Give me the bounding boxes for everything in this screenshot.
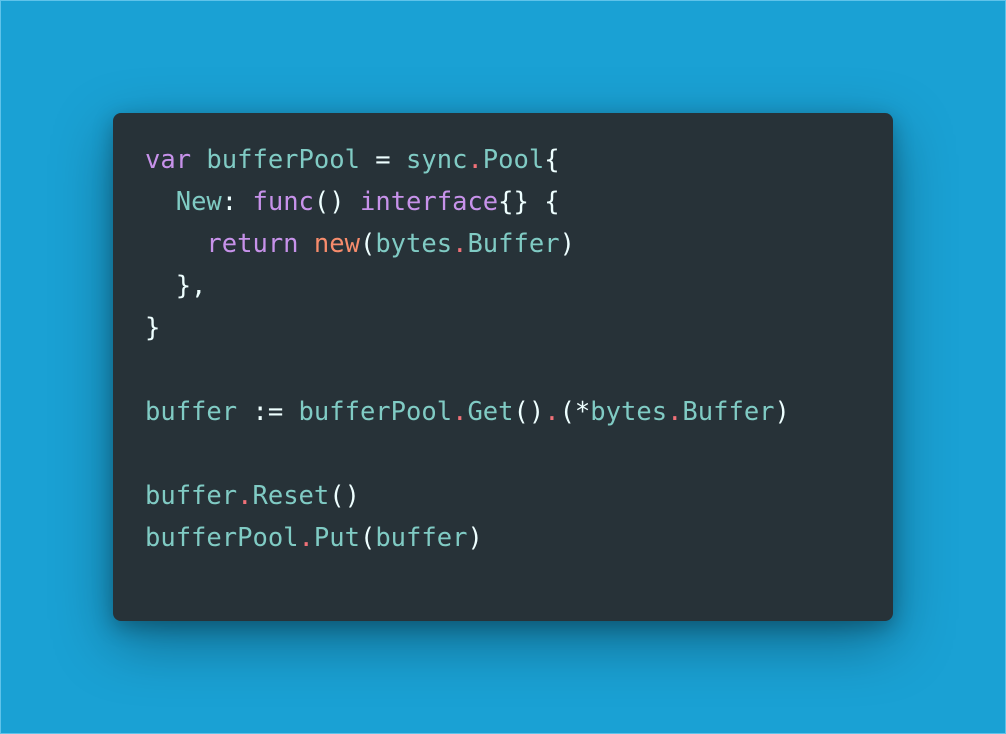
code-token: (* xyxy=(559,397,591,427)
code-line: bufferPool.Put(buffer) xyxy=(145,517,893,559)
code-token: return xyxy=(206,229,299,259)
code-token: ( xyxy=(359,523,376,553)
code-token: . xyxy=(667,397,683,427)
code-token: bytes xyxy=(375,229,453,259)
code-token: ) xyxy=(774,397,790,427)
code-token: () xyxy=(313,187,360,217)
code-token: { xyxy=(544,145,560,175)
code-token: bytes xyxy=(590,397,668,427)
code-token: := xyxy=(237,397,299,427)
code-token: buffer xyxy=(375,523,468,553)
code-token: Get xyxy=(467,397,514,427)
code-token: () xyxy=(513,397,545,427)
code-line: return new(bytes.Buffer) xyxy=(145,223,893,265)
code-token: buffer xyxy=(145,481,238,511)
code-token: . xyxy=(237,481,253,511)
code-token: Pool xyxy=(482,145,545,175)
code-token: New xyxy=(175,187,222,217)
code-token: = xyxy=(359,145,407,175)
code-block: var bufferPool = sync.Pool{ New: func() … xyxy=(145,139,893,559)
code-token: . xyxy=(452,229,468,259)
code-token: var xyxy=(145,145,192,175)
code-token: bufferPool xyxy=(206,145,360,175)
code-line: buffer := bufferPool.Get().(*bytes.Buffe… xyxy=(145,391,893,433)
code-token: bufferPool xyxy=(298,397,453,427)
code-token: . xyxy=(544,397,560,427)
code-line: New: func() interface{} { xyxy=(145,181,893,223)
code-token: . xyxy=(298,523,314,553)
code-token: Reset xyxy=(252,481,330,511)
code-token: }, xyxy=(145,271,207,301)
code-token: Buffer xyxy=(682,397,775,427)
code-token: ( xyxy=(359,229,376,259)
code-line: } xyxy=(145,307,893,349)
code-line: buffer.Reset() xyxy=(145,475,893,517)
code-token: ) xyxy=(559,229,575,259)
code-token: buffer xyxy=(145,397,238,427)
code-card: var bufferPool = sync.Pool{ New: func() … xyxy=(113,113,893,621)
code-token: Put xyxy=(313,523,360,553)
code-token: new xyxy=(313,229,360,259)
code-token: ) xyxy=(467,523,483,553)
code-token: {} { xyxy=(498,187,560,217)
code-token: bufferPool xyxy=(145,523,299,553)
code-token: () xyxy=(329,481,360,511)
code-line: var bufferPool = sync.Pool{ xyxy=(145,139,893,181)
code-token: . xyxy=(452,397,468,427)
code-token: interface xyxy=(359,187,499,217)
code-token: Buffer xyxy=(467,229,560,259)
code-token: : xyxy=(221,187,253,217)
code-token: . xyxy=(467,145,483,175)
code-token: sync xyxy=(406,145,468,175)
code-token: } xyxy=(145,313,161,343)
code-line: }, xyxy=(145,265,893,307)
code-token: func xyxy=(252,187,314,217)
